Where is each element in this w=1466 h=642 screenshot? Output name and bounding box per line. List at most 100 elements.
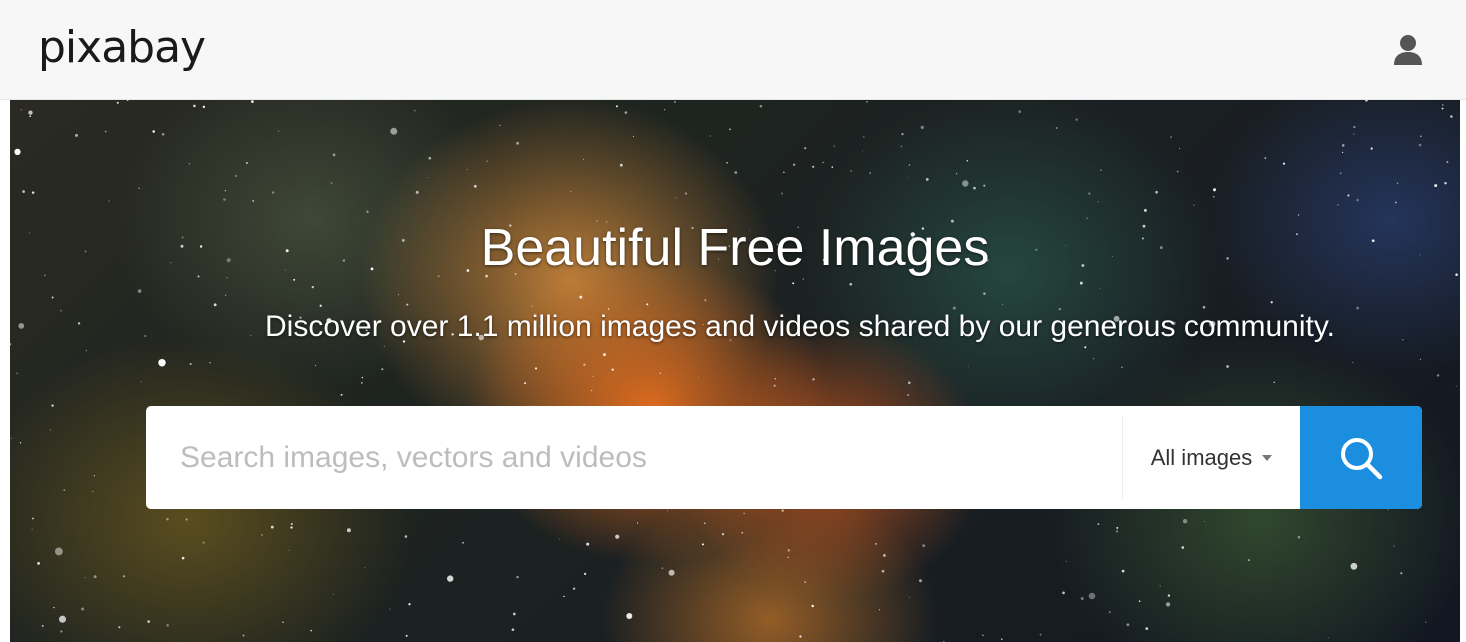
star — [1226, 365, 1229, 368]
star — [802, 278, 804, 280]
star — [1121, 569, 1125, 573]
star — [126, 100, 129, 102]
star — [140, 380, 142, 383]
star — [1446, 161, 1449, 164]
star — [333, 593, 334, 595]
star — [1352, 361, 1354, 364]
star — [792, 282, 795, 285]
star — [1337, 204, 1339, 206]
star — [213, 303, 217, 307]
star — [624, 111, 628, 114]
star — [1116, 526, 1119, 529]
star — [340, 393, 343, 396]
star — [1062, 591, 1065, 595]
star — [869, 172, 871, 174]
star — [675, 197, 677, 199]
star — [611, 368, 614, 371]
star — [1108, 611, 1111, 613]
star — [1387, 509, 1389, 511]
star — [1079, 281, 1083, 285]
star — [1167, 594, 1171, 597]
star — [879, 609, 881, 611]
hero-banner: Beautiful Free Images Discover over 1.1 … — [10, 100, 1460, 642]
star — [1341, 151, 1344, 154]
star — [1444, 182, 1447, 185]
star — [1247, 558, 1251, 562]
star — [1145, 627, 1149, 630]
star — [1273, 381, 1275, 383]
star — [663, 109, 666, 111]
logo[interactable]: pixabay — [38, 20, 206, 76]
star — [962, 180, 969, 187]
star — [366, 210, 369, 213]
media-type-dropdown[interactable]: All images — [1123, 406, 1300, 509]
star — [534, 367, 538, 370]
star — [41, 625, 44, 627]
star — [833, 145, 835, 147]
star — [874, 543, 877, 545]
star — [224, 190, 226, 192]
star — [122, 575, 125, 578]
star — [667, 509, 668, 511]
star — [166, 624, 169, 627]
star — [1364, 100, 1368, 102]
star — [290, 523, 293, 525]
star — [1353, 133, 1355, 135]
star — [1264, 157, 1267, 160]
star — [1093, 358, 1095, 360]
star — [63, 489, 66, 491]
star — [619, 163, 623, 167]
star — [37, 562, 40, 565]
star — [812, 165, 815, 168]
star — [158, 358, 166, 367]
star — [925, 178, 929, 181]
star — [673, 100, 676, 104]
hero-title: Beautiful Free Images — [480, 219, 990, 277]
star — [108, 200, 110, 202]
star — [787, 548, 791, 552]
star — [22, 190, 25, 193]
star — [907, 176, 909, 178]
hero-subtitle: Discover over 1.1 million images and vid… — [265, 310, 1335, 343]
star — [511, 628, 515, 631]
star — [822, 161, 824, 164]
star — [1018, 110, 1022, 113]
star — [1350, 562, 1358, 570]
star — [583, 572, 587, 576]
star — [983, 292, 986, 295]
star — [14, 148, 21, 156]
star — [804, 581, 807, 584]
star — [804, 147, 807, 150]
star — [32, 517, 34, 520]
star — [849, 282, 853, 286]
star — [415, 190, 419, 194]
star — [166, 517, 169, 521]
star — [866, 101, 868, 103]
star — [118, 626, 121, 629]
star — [242, 634, 245, 637]
star — [973, 186, 976, 190]
star — [404, 535, 408, 538]
search-input[interactable] — [146, 406, 1122, 509]
star — [783, 171, 785, 174]
star — [632, 135, 634, 137]
star — [360, 381, 363, 384]
user-icon[interactable] — [1392, 33, 1424, 67]
star — [31, 528, 33, 530]
star — [668, 569, 675, 576]
star — [54, 547, 63, 556]
star — [1400, 572, 1403, 575]
search-button[interactable] — [1300, 406, 1422, 509]
star — [53, 606, 55, 609]
star — [19, 442, 22, 444]
star — [282, 621, 284, 623]
star — [572, 587, 576, 590]
star — [709, 135, 711, 137]
star — [1419, 358, 1421, 360]
star — [721, 532, 725, 536]
star — [1138, 600, 1141, 603]
star — [1393, 545, 1395, 547]
star — [314, 364, 316, 366]
star — [193, 104, 196, 108]
media-type-label: All images — [1150, 444, 1253, 470]
